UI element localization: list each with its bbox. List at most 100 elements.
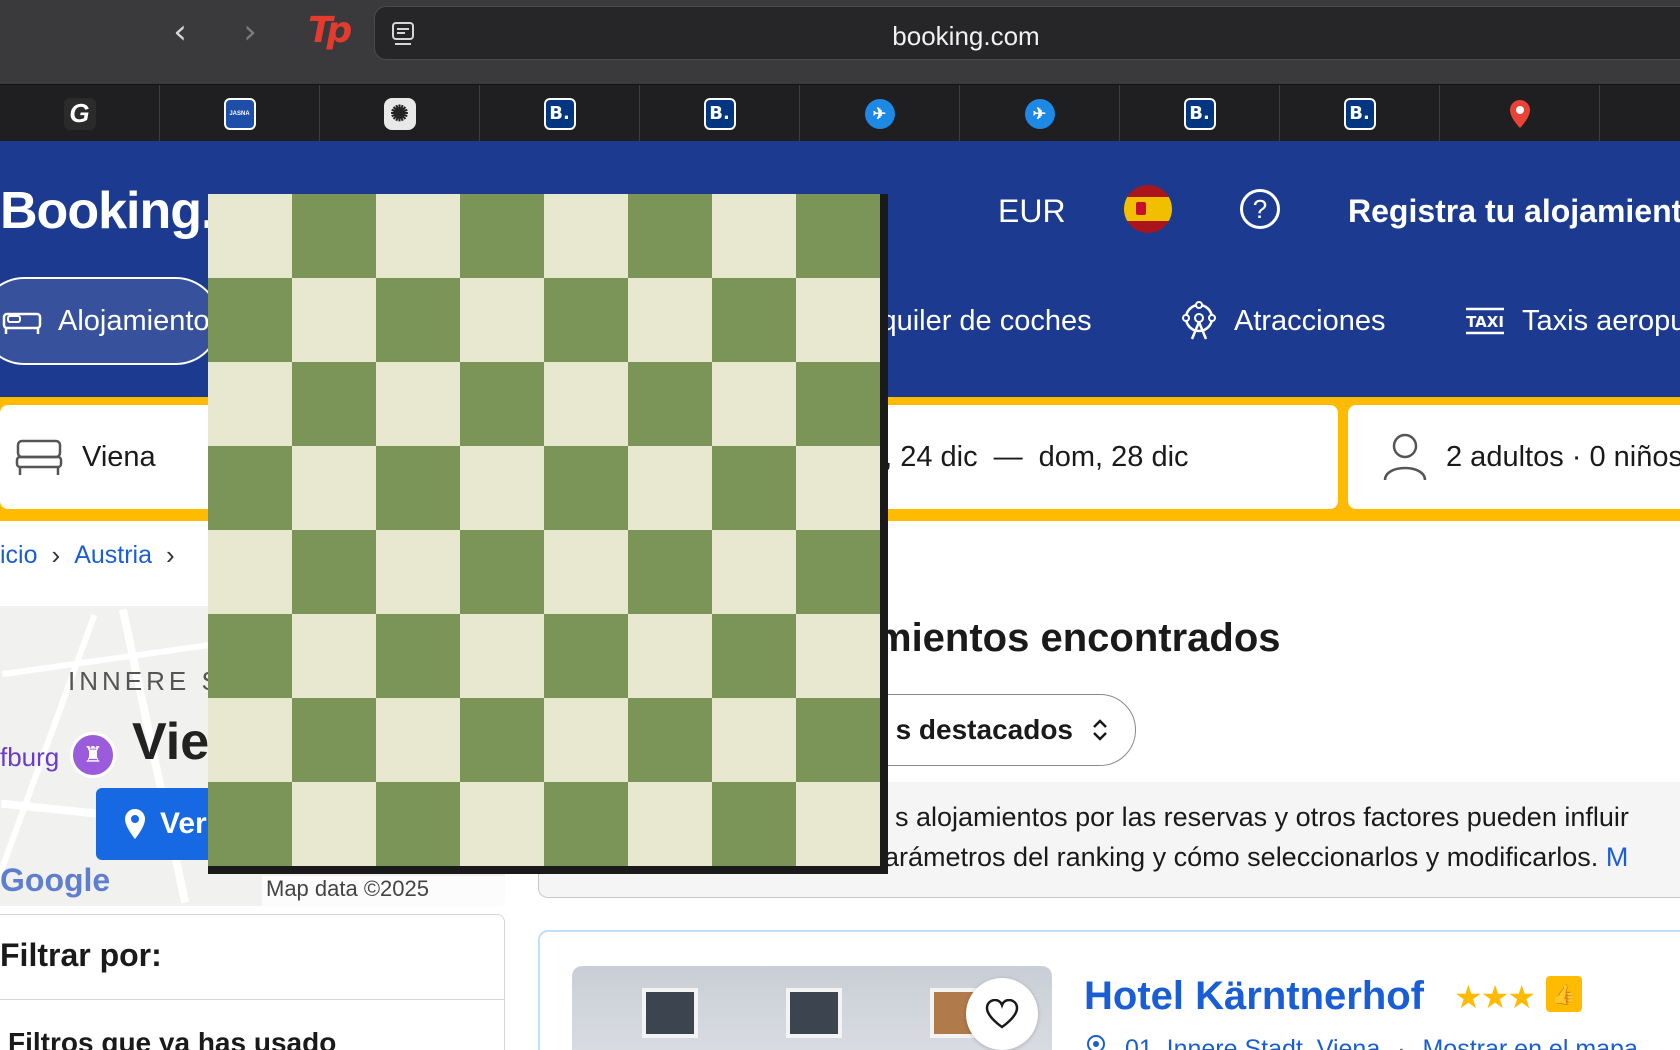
browser-tab[interactable]: JASNA [160,85,320,142]
board-square[interactable] [712,278,796,362]
tab-car-rental-label: lquiler de coches [874,304,1092,337]
board-square[interactable] [376,278,460,362]
board-square[interactable] [292,194,376,278]
browser-tab[interactable] [1440,85,1600,142]
board-square[interactable] [208,446,292,530]
board-square[interactable] [628,362,712,446]
board-square[interactable] [544,362,628,446]
board-square[interactable] [292,614,376,698]
board-square[interactable] [208,362,292,446]
board-square[interactable] [292,530,376,614]
board-square[interactable] [544,698,628,782]
board-square[interactable] [628,278,712,362]
board-square[interactable] [712,194,796,278]
board-square[interactable] [208,278,292,362]
travelpayouts-extension-icon[interactable]: Tp [308,10,352,51]
tab-car-rental[interactable]: lquiler de coches [874,277,1092,365]
board-square[interactable] [376,782,460,866]
board-square[interactable] [712,698,796,782]
heart-icon[interactable] [966,978,1038,1050]
board-square[interactable] [544,194,628,278]
board-square[interactable] [796,446,880,530]
browser-tab[interactable]: B. [640,85,800,142]
dates-field[interactable]: é, 24 dic — dom, 28 dic [868,405,1338,509]
board-square[interactable] [460,698,544,782]
board-square[interactable] [460,278,544,362]
board-square[interactable] [460,446,544,530]
browser-tab[interactable]: ✺ [320,85,480,142]
board-square[interactable] [796,278,880,362]
board-square[interactable] [292,698,376,782]
board-square[interactable] [796,530,880,614]
board-square[interactable] [208,782,292,866]
board-square[interactable] [544,278,628,362]
board-square[interactable] [796,782,880,866]
browser-tab[interactable]: B. [1120,85,1280,142]
notice-more-link[interactable]: M [1606,842,1629,872]
board-square[interactable] [376,530,460,614]
board-square[interactable] [208,614,292,698]
register-property-link[interactable]: Registra tu alojamiento [1348,193,1680,230]
forward-icon[interactable]: › [232,14,268,50]
browser-tab[interactable]: ✈ [960,85,1120,142]
tab-stays[interactable]: Alojamiento [0,277,220,365]
breadcrumb-home[interactable]: icio [0,541,38,570]
board-square[interactable] [628,446,712,530]
board-square[interactable] [712,362,796,446]
back-icon[interactable]: ‹ [162,14,198,50]
booking-logo[interactable]: Booking.c [0,181,243,241]
spain-flag-icon[interactable] [1124,185,1172,233]
board-square[interactable] [544,782,628,866]
board-square[interactable] [208,698,292,782]
board-square[interactable] [796,614,880,698]
board-square[interactable] [544,614,628,698]
board-square[interactable] [712,782,796,866]
district-link[interactable]: 01. Innere Stadt, Viena [1125,1035,1380,1050]
board-square[interactable] [796,194,880,278]
board-square[interactable] [544,446,628,530]
address-bar[interactable]: booking.com [374,6,1680,60]
board-square[interactable] [544,530,628,614]
browser-tab[interactable]: B. [480,85,640,142]
board-square[interactable] [376,362,460,446]
board-square[interactable] [460,614,544,698]
board-square[interactable] [628,782,712,866]
board-square[interactable] [460,194,544,278]
board-square[interactable] [376,446,460,530]
board-square[interactable] [628,698,712,782]
board-square[interactable] [208,194,292,278]
show-on-map-link[interactable]: Mostrar en el mapa [1422,1035,1637,1050]
board-square[interactable] [796,362,880,446]
tab-airport-taxis[interactable]: TAXI Taxis aeropu [1464,277,1680,365]
board-square[interactable] [712,530,796,614]
board-square[interactable] [460,782,544,866]
tab-attractions[interactable]: Atracciones [1180,277,1386,365]
board-square[interactable] [628,530,712,614]
board-square[interactable] [376,698,460,782]
board-square[interactable] [712,614,796,698]
board-square[interactable] [292,782,376,866]
board-square[interactable] [376,194,460,278]
board-square[interactable] [628,194,712,278]
browser-tab[interactable]: B. [1280,85,1440,142]
board-square[interactable] [628,614,712,698]
currency-button[interactable]: EUR [998,193,1066,230]
breadcrumb-country[interactable]: Austria [74,541,152,570]
board-square[interactable] [376,614,460,698]
help-icon[interactable]: ? [1240,189,1280,229]
board-square[interactable] [460,530,544,614]
checkerboard-overlay[interactable] [208,194,888,874]
browser-tab[interactable]: G [0,85,160,142]
board-square[interactable] [208,530,292,614]
board-square[interactable] [292,446,376,530]
property-card[interactable]: Hotel Kärntnerhof ★★★ 👍 01. Innere Stadt… [538,930,1680,1050]
property-name-link[interactable]: Hotel Kärntnerhof [1084,974,1424,1019]
browser-tab[interactable]: ✈ [800,85,960,142]
guests-field[interactable]: 2 adultos · 0 niños [1348,405,1680,509]
ferris-wheel-icon [1180,301,1218,341]
board-square[interactable] [292,278,376,362]
board-square[interactable] [712,446,796,530]
board-square[interactable] [460,362,544,446]
board-square[interactable] [796,698,880,782]
board-square[interactable] [292,362,376,446]
